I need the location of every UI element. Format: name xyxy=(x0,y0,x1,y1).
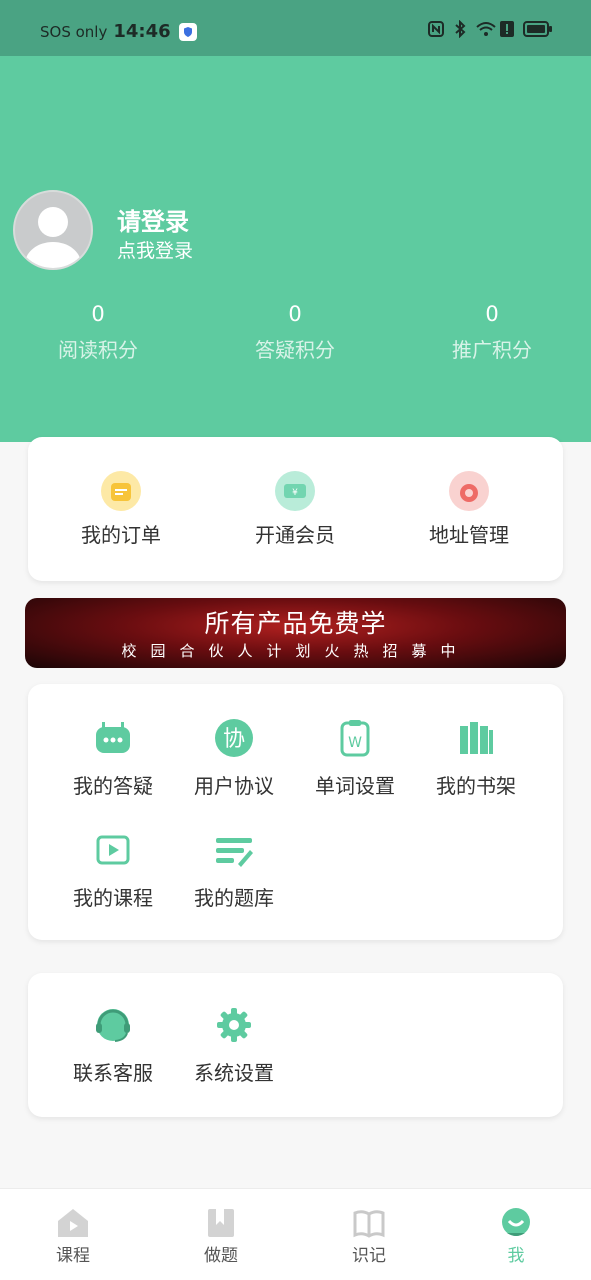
bookmark-icon xyxy=(204,1207,238,1239)
login-title[interactable]: 请登录 xyxy=(117,202,189,237)
svg-text:协: 协 xyxy=(223,727,245,752)
feature-label: 我的题库 xyxy=(194,886,274,910)
my-courses-button[interactable]: 我的课程 xyxy=(53,830,173,911)
gear-icon xyxy=(214,1005,254,1045)
my-question-bank-button[interactable]: 我的题库 xyxy=(174,830,294,911)
svg-text:¥: ¥ xyxy=(292,488,298,498)
stat-promotion[interactable]: 0 推广积分 xyxy=(417,302,567,363)
shield-icon xyxy=(178,22,197,41)
tab-memorize[interactable]: 识记 xyxy=(319,1207,419,1266)
bookshelf-icon xyxy=(456,718,496,758)
play-icon xyxy=(93,830,133,870)
system-settings-button[interactable]: 系统设置 xyxy=(174,1005,294,1086)
status-icons xyxy=(427,19,553,39)
feature-label: 我的答疑 xyxy=(73,774,153,798)
svg-text:W: W xyxy=(348,735,362,751)
word-settings-button[interactable]: W 单词设置 xyxy=(295,718,415,799)
quick-actions-card: 我的订单 ¥ 开通会员 地址管理 xyxy=(28,437,563,581)
headset-icon xyxy=(93,1005,133,1045)
tab-me[interactable]: 我 xyxy=(466,1207,566,1266)
tab-label: 课程 xyxy=(56,1246,90,1266)
profile-header: 请登录 点我登录 0 阅读积分 0 答疑积分 0 推广积分 xyxy=(0,56,591,442)
my-orders-button[interactable]: 我的订单 xyxy=(51,471,191,548)
feature-label: 单词设置 xyxy=(315,774,395,798)
bluetooth-icon xyxy=(451,19,469,39)
features-card: 我的答疑 协 用户协议 W 单词设置 我的书架 我的课程 我的题库 xyxy=(28,684,563,940)
open-vip-button[interactable]: ¥ 开通会员 xyxy=(225,471,365,548)
user-agreement-button[interactable]: 协 用户协议 xyxy=(174,718,294,799)
wifi-icon xyxy=(475,20,496,38)
book-icon xyxy=(352,1207,386,1239)
tab-label: 识记 xyxy=(352,1246,386,1266)
stat-value: 0 xyxy=(91,302,105,326)
banner-title: 所有产品免费学 xyxy=(204,609,387,638)
banner-subtitle: 校园合伙人计划火热招募中 xyxy=(121,642,470,660)
question-bank-icon xyxy=(214,830,254,870)
quick-label: 开通会员 xyxy=(255,523,335,547)
location-icon xyxy=(449,471,489,511)
avatar[interactable] xyxy=(13,190,93,270)
login-subtitle[interactable]: 点我登录 xyxy=(117,236,193,263)
my-answers-button[interactable]: 我的答疑 xyxy=(53,718,173,799)
alert-icon xyxy=(499,20,517,38)
quick-label: 地址管理 xyxy=(429,523,509,547)
home-icon xyxy=(56,1207,90,1239)
user-avatar-icon xyxy=(25,207,81,268)
stat-answers[interactable]: 0 答疑积分 xyxy=(220,302,370,363)
bottom-tab-bar: 课程 做题 识记 我 xyxy=(0,1188,591,1280)
vip-icon: ¥ xyxy=(275,471,315,511)
stat-label: 答疑积分 xyxy=(255,338,335,362)
status-bar: SOS only 14:46 xyxy=(0,0,591,56)
user-icon xyxy=(499,1207,533,1239)
agreement-icon: 协 xyxy=(214,718,254,758)
stat-label: 推广积分 xyxy=(452,338,532,362)
word-settings-icon: W xyxy=(335,718,375,758)
status-left: SOS only 14:46 xyxy=(40,21,197,42)
contact-service-button[interactable]: 联系客服 xyxy=(53,1005,173,1086)
tab-practice[interactable]: 做题 xyxy=(171,1207,271,1266)
tab-label: 做题 xyxy=(204,1246,238,1266)
support-card: 联系客服 系统设置 xyxy=(28,973,563,1117)
feature-label: 用户协议 xyxy=(194,774,274,798)
promo-banner[interactable]: 所有产品免费学 校园合伙人计划火热招募中 xyxy=(25,598,566,668)
carrier-text: SOS only xyxy=(40,22,108,41)
stat-reading[interactable]: 0 阅读积分 xyxy=(23,302,173,363)
feature-label: 我的书架 xyxy=(436,774,516,798)
feature-label: 系统设置 xyxy=(194,1061,274,1085)
nfc-icon xyxy=(427,20,445,38)
stat-label: 阅读积分 xyxy=(58,338,138,362)
stat-value: 0 xyxy=(485,302,499,326)
my-bookshelf-button[interactable]: 我的书架 xyxy=(416,718,536,799)
battery-icon xyxy=(523,20,553,38)
order-icon xyxy=(101,471,141,511)
stat-value: 0 xyxy=(288,302,302,326)
tab-courses[interactable]: 课程 xyxy=(23,1207,123,1266)
quick-label: 我的订单 xyxy=(81,523,161,547)
robot-icon xyxy=(93,718,133,758)
tab-label: 我 xyxy=(507,1246,525,1266)
feature-label: 联系客服 xyxy=(73,1061,153,1085)
clock: 14:46 xyxy=(113,21,171,42)
feature-label: 我的课程 xyxy=(73,886,153,910)
address-manage-button[interactable]: 地址管理 xyxy=(399,471,539,548)
